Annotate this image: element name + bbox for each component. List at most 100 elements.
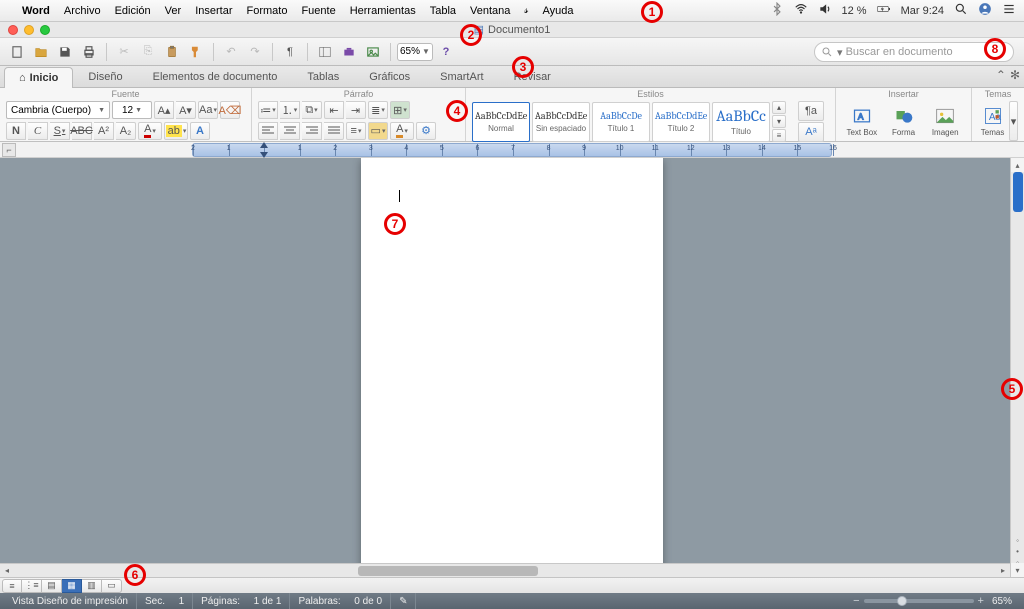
menu-ayuda[interactable]: Ayuda: [542, 5, 573, 17]
ribbon-collapse-button[interactable]: ⌃: [996, 68, 1006, 82]
insert-image-button[interactable]: Imagen: [925, 101, 965, 141]
style-tile-titulo[interactable]: AaBbCcTítulo: [712, 102, 770, 142]
align-left-button[interactable]: [258, 122, 278, 140]
numbering-button[interactable]: ⒈▾: [280, 101, 300, 119]
volume-icon[interactable]: [818, 2, 832, 19]
ribbon-settings-button[interactable]: ✻: [1010, 68, 1020, 82]
status-zoom[interactable]: 65%: [984, 593, 1020, 609]
app-name[interactable]: Word: [22, 5, 50, 17]
sort-button[interactable]: ⊞▾: [390, 101, 410, 119]
wifi-icon[interactable]: [794, 2, 808, 19]
view-notebook-button[interactable]: ▥: [82, 579, 102, 593]
styles-pane-button[interactable]: ¶a: [798, 101, 824, 121]
menu-archivo[interactable]: Archivo: [64, 5, 101, 17]
shading-button[interactable]: ▭▾: [368, 122, 388, 140]
tab-inicio[interactable]: ⌂Inicio: [4, 67, 73, 88]
gallery-button[interactable]: [362, 42, 384, 62]
clock[interactable]: Mar 9:24: [901, 5, 944, 17]
open-button[interactable]: [30, 42, 52, 62]
menu-tabla[interactable]: Tabla: [430, 5, 456, 17]
spotlight-icon[interactable]: [954, 2, 968, 19]
line-spacing-button[interactable]: ≣▾: [368, 101, 388, 119]
multilevel-button[interactable]: ⧉▾: [302, 101, 322, 119]
window-close-button[interactable]: [8, 25, 18, 35]
tab-graficos[interactable]: Gráficos: [354, 66, 425, 87]
print-button[interactable]: [78, 42, 100, 62]
hscroll-thumb[interactable]: [358, 566, 538, 576]
zoom-slider-knob[interactable]: [897, 596, 907, 606]
font-color-button[interactable]: A▾: [138, 122, 162, 140]
zoom-slider[interactable]: − +: [853, 595, 984, 607]
insert-textbox-button[interactable]: A Text Box: [842, 101, 882, 141]
styles-expand-button[interactable]: ≡: [772, 129, 786, 142]
bluetooth-icon[interactable]: [770, 2, 784, 19]
highlight-button[interactable]: ab▾: [164, 122, 188, 140]
clear-format-button[interactable]: A⌫: [220, 101, 240, 119]
user-icon[interactable]: [978, 2, 992, 19]
menu-fuente[interactable]: Fuente: [301, 5, 335, 17]
horizontal-ruler[interactable]: 2112345678910111213141516: [192, 143, 832, 157]
style-tile-titulo1[interactable]: AaBbCcDeTítulo 1: [592, 102, 650, 142]
tab-diseno[interactable]: Diseño: [73, 66, 137, 87]
vertical-scrollbar[interactable]: ▴ ◦•◦ ▾: [1010, 158, 1024, 577]
status-view[interactable]: Vista Diseño de impresión: [4, 593, 137, 609]
bold-button[interactable]: N: [6, 122, 26, 140]
style-tile-titulo2[interactable]: AaBbCcDdEeTítulo 2: [652, 102, 710, 142]
window-minimize-button[interactable]: [24, 25, 34, 35]
italic-button[interactable]: C: [28, 122, 48, 140]
subscript-button[interactable]: A₂: [116, 122, 136, 140]
menu-ver[interactable]: Ver: [165, 5, 182, 17]
scroll-left-button[interactable]: ◂: [0, 564, 14, 577]
browse-object-buttons[interactable]: ◦•◦: [1011, 539, 1024, 563]
format-painter-button[interactable]: [185, 42, 207, 62]
superscript-button[interactable]: A²: [94, 122, 114, 140]
toolbox-button[interactable]: [338, 42, 360, 62]
tab-elementos[interactable]: Elementos de documento: [138, 66, 293, 87]
line-spacing-options-button[interactable]: ≡▾: [346, 122, 366, 140]
menu-herramientas[interactable]: Herramientas: [350, 5, 416, 17]
zoom-out-button[interactable]: −: [853, 595, 859, 607]
help-button[interactable]: ?: [435, 42, 457, 62]
align-right-button[interactable]: [302, 122, 322, 140]
sidebar-button[interactable]: [314, 42, 336, 62]
tab-tablas[interactable]: Tablas: [292, 66, 354, 87]
vscroll-thumb[interactable]: [1013, 172, 1023, 212]
menu-formato[interactable]: Formato: [246, 5, 287, 17]
status-words[interactable]: Palabras: 0 de 0: [290, 593, 391, 609]
insert-shape-button[interactable]: Forma: [884, 101, 924, 141]
view-print-layout-button[interactable]: ▦: [62, 579, 82, 593]
tab-smartart[interactable]: SmartArt: [425, 66, 498, 87]
document-page[interactable]: [361, 158, 663, 577]
shrink-font-button[interactable]: A▾: [176, 101, 196, 119]
save-button[interactable]: [54, 42, 76, 62]
styles-up-button[interactable]: ▴: [772, 101, 786, 114]
view-outline-button[interactable]: ⋮≡: [22, 579, 42, 593]
style-tile-normal[interactable]: AaBbCcDdEeNormal: [472, 102, 530, 142]
notification-icon[interactable]: [1002, 2, 1016, 19]
view-draft-button[interactable]: ≡: [2, 579, 22, 593]
tab-stop-switch[interactable]: ⌐: [2, 143, 16, 157]
tab-revisar[interactable]: Revisar: [499, 66, 566, 87]
align-center-button[interactable]: [280, 122, 300, 140]
outdent-button[interactable]: ⇤: [324, 101, 344, 119]
font-name-select[interactable]: Cambria (Cuerpo)▼: [6, 101, 110, 119]
window-zoom-button[interactable]: [40, 25, 50, 35]
scroll-right-button[interactable]: ▸: [996, 564, 1010, 577]
view-publishing-button[interactable]: ▤: [42, 579, 62, 593]
para-settings-button[interactable]: ⚙: [416, 122, 436, 140]
menu-script-icon[interactable]: 𝓈: [524, 4, 528, 17]
bullets-button[interactable]: ≔▾: [258, 101, 278, 119]
status-pages[interactable]: Páginas: 1 de 1: [193, 593, 290, 609]
scroll-up-button[interactable]: ▴: [1011, 158, 1024, 172]
styles-manage-button[interactable]: Aᵃ: [798, 122, 824, 142]
paste-button[interactable]: [161, 42, 183, 62]
underline-button[interactable]: S▾: [50, 122, 70, 140]
horizontal-scrollbar[interactable]: ◂ ▸: [0, 563, 1010, 577]
style-tile-sin-espaciado[interactable]: AaBbCcDdEeSin espaciado: [532, 102, 590, 142]
status-spellcheck-icon[interactable]: ✎: [391, 593, 416, 609]
show-marks-button[interactable]: ¶: [279, 42, 301, 62]
align-justify-button[interactable]: [324, 122, 344, 140]
zoom-combo[interactable]: 65%▼: [397, 43, 433, 61]
view-focus-button[interactable]: ▭: [102, 579, 122, 593]
themes-button[interactable]: Aa Temas: [978, 101, 1007, 141]
